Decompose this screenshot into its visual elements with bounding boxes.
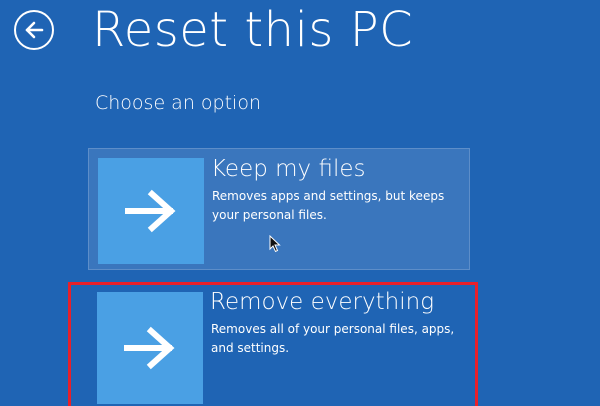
page-title: Reset this PC — [92, 2, 414, 58]
keep-my-files-title: Keep my files — [211, 156, 366, 182]
remove-everything-description: Removes all of your personal files, apps… — [211, 322, 455, 355]
mouse-pointer-icon — [269, 234, 281, 257]
keep-my-files-description: Removes apps and settings, but keeps you… — [212, 189, 445, 222]
remove-everything-title: Remove everything — [210, 289, 434, 315]
remove-everything-option[interactable]: Remove everything Removes all of your pe… — [88, 282, 470, 404]
choose-option-subtitle: Choose an option — [95, 92, 261, 114]
keep-my-files-tile — [98, 158, 204, 264]
back-arrow-icon — [25, 21, 44, 39]
back-button[interactable] — [14, 10, 54, 50]
arrow-right-icon — [124, 326, 175, 370]
remove-everything-tile — [97, 292, 203, 404]
arrow-right-icon — [125, 189, 176, 233]
